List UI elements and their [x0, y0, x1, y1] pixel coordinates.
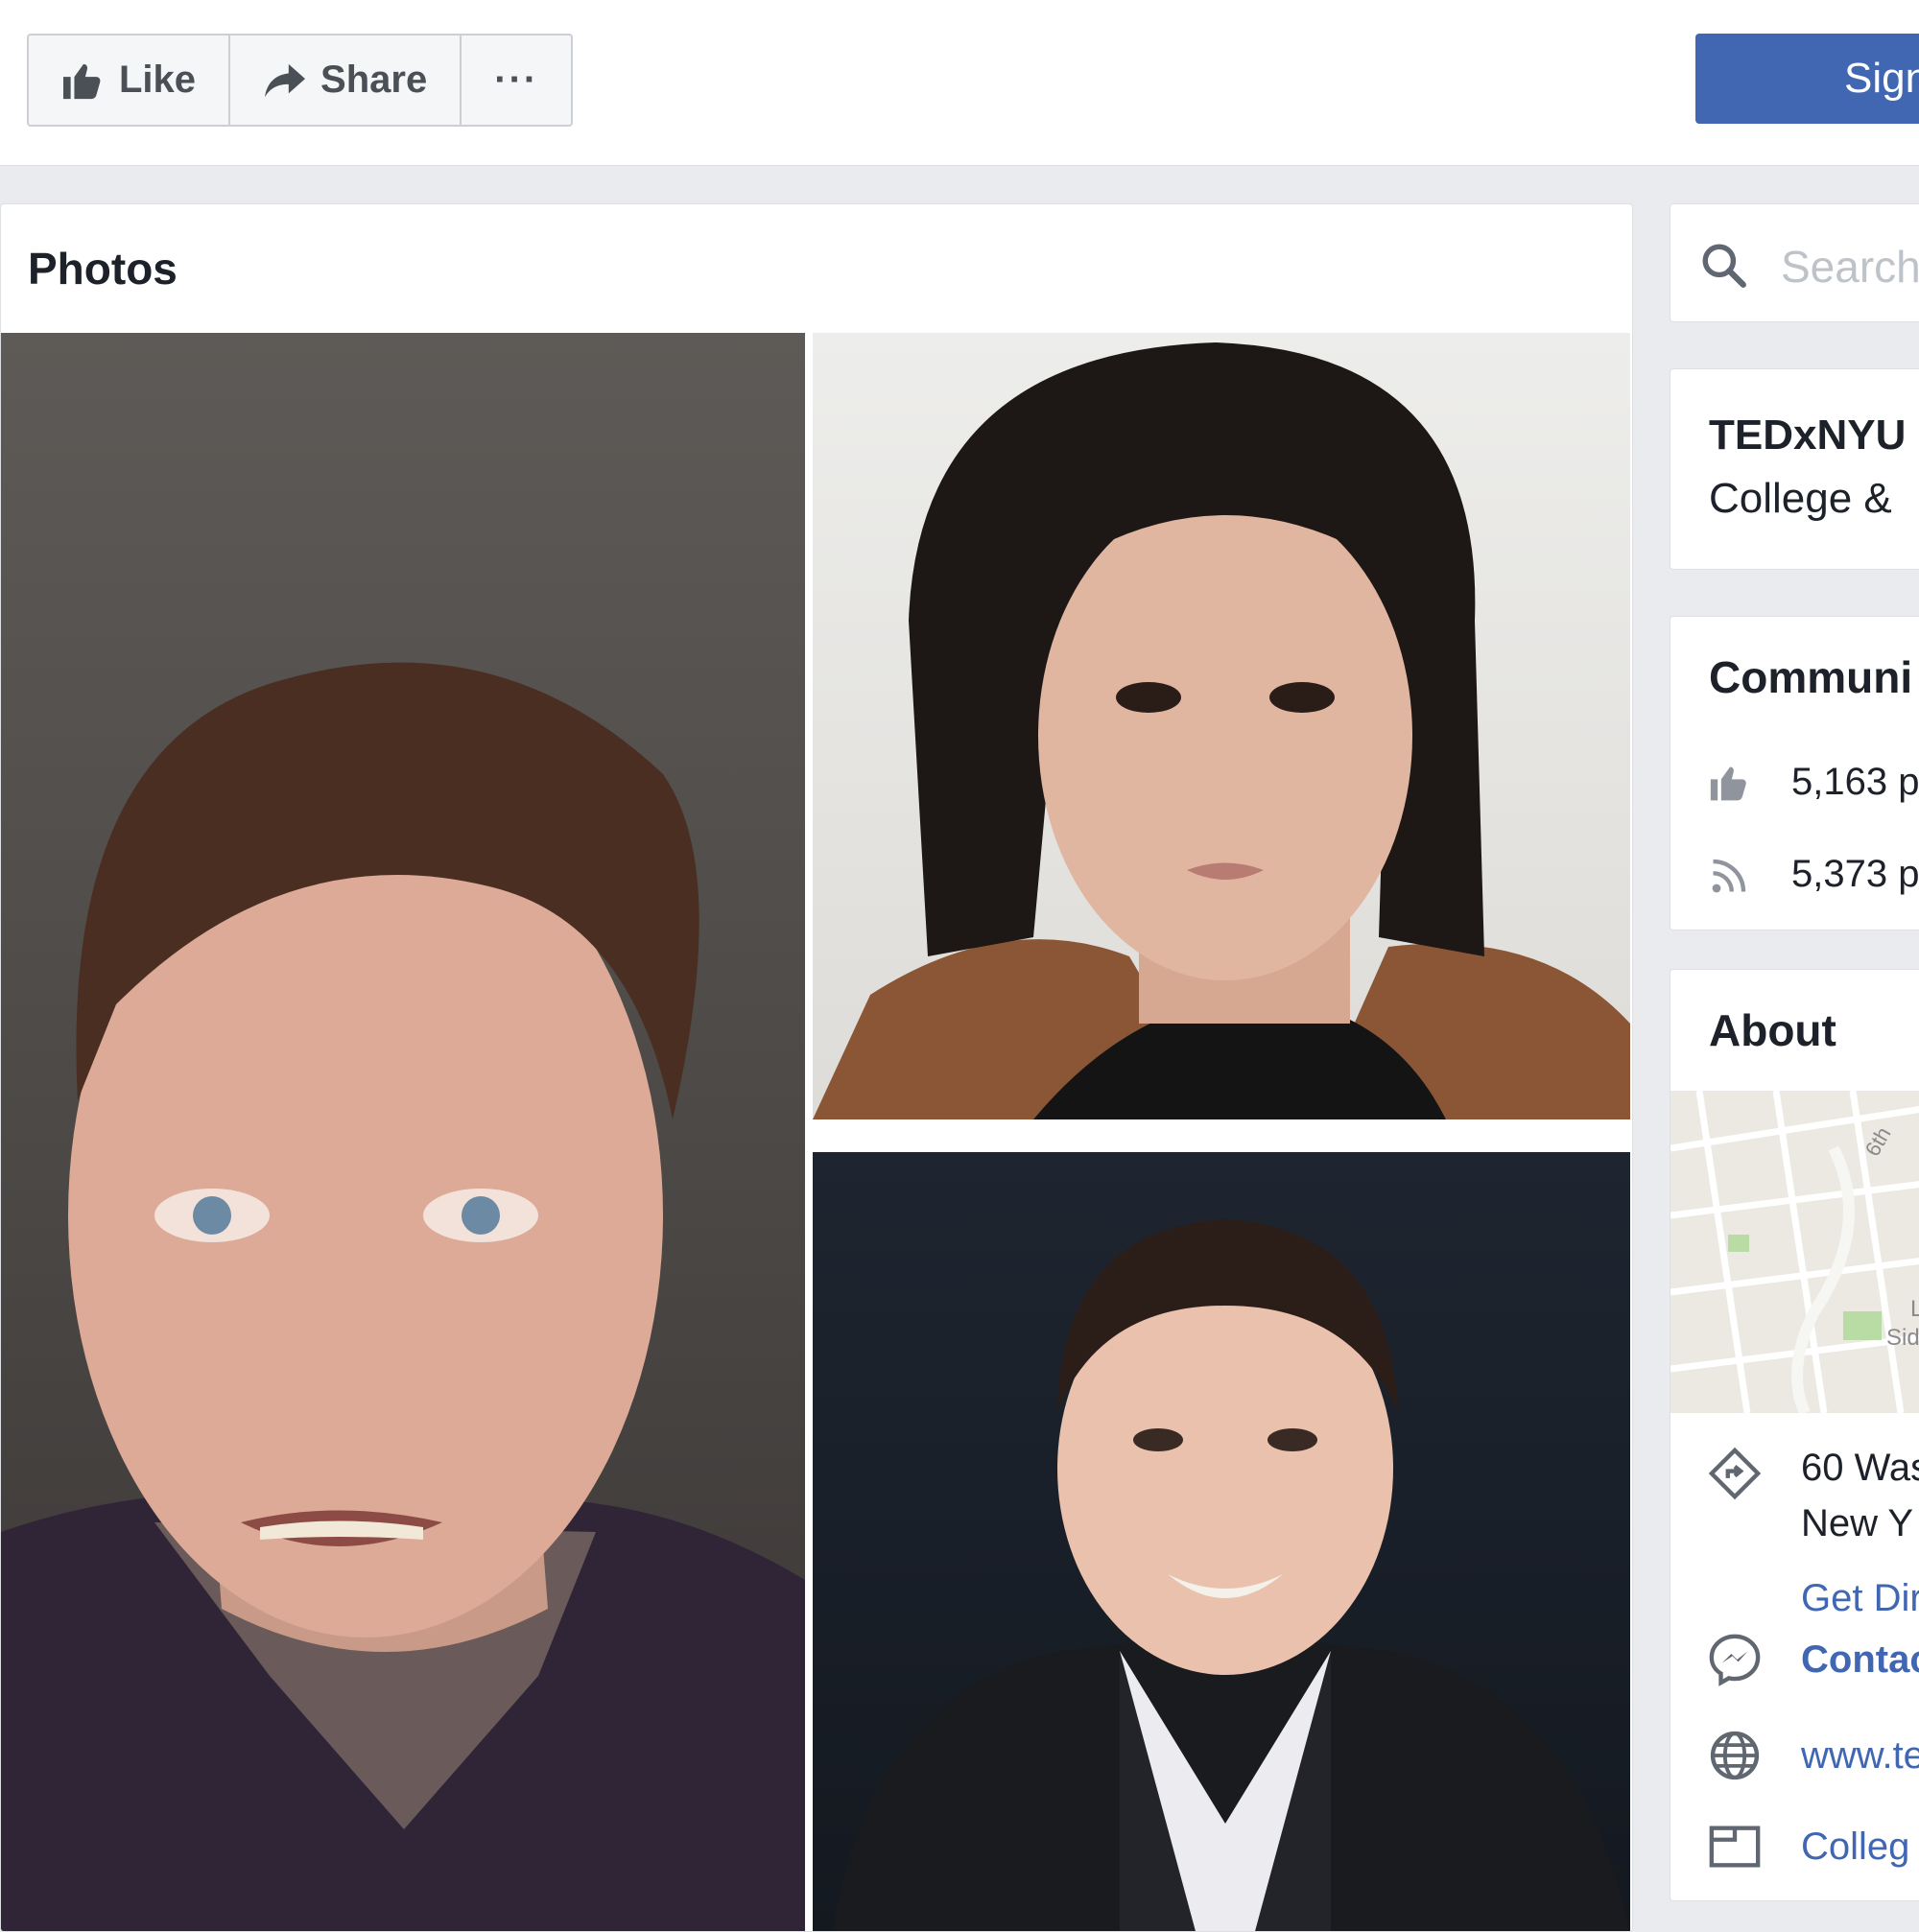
community-title: Communi: [1709, 652, 1913, 702]
more-icon: ···: [494, 59, 539, 101]
contact-link[interactable]: Contac: [1801, 1632, 1919, 1687]
community-likes-row: 5,163 p: [1709, 761, 1919, 804]
location-map[interactable]: 6th L Sid: [1670, 1091, 1919, 1413]
thumbs-up-icon: [63, 63, 101, 99]
like-label: Like: [119, 59, 197, 101]
street-map-image: 6th L Sid: [1670, 1091, 1919, 1413]
page-category: College &: [1709, 475, 1892, 522]
category-row: Colleg: [1707, 1819, 1909, 1874]
page-action-bar: Like Share ··· Sign: [0, 0, 1919, 166]
map-label-l: L: [1910, 1296, 1919, 1322]
page-button-group: Like Share ···: [27, 34, 574, 127]
website-link[interactable]: www.te: [1801, 1728, 1919, 1783]
photo-speaker-man-1[interactable]: [1, 333, 805, 1931]
share-label: Share: [320, 59, 428, 101]
about-title: About: [1709, 1005, 1836, 1055]
portrait-woman-image: [813, 342, 1630, 1119]
about-card: About 6th L Sid 60 W: [1670, 969, 1919, 1901]
rss-follow-icon: [1712, 859, 1746, 892]
get-directions-link[interactable]: Get Dir: [1801, 1570, 1919, 1626]
share-arrow-icon: [265, 63, 306, 97]
address-line-1: 60 Was: [1801, 1447, 1919, 1489]
category-link[interactable]: Colleg: [1801, 1819, 1909, 1874]
photos-section: Photos: [0, 203, 1633, 1932]
page-name[interactable]: TEDxNYU: [1709, 412, 1906, 459]
map-label-sid: Sid: [1886, 1325, 1919, 1351]
category-box-icon: [1709, 1826, 1761, 1868]
photos-title: Photos: [28, 244, 178, 294]
more-options-button[interactable]: ···: [462, 35, 571, 125]
likes-count: 5,163 p: [1791, 761, 1919, 803]
sign-up-button[interactable]: Sign: [1695, 34, 1919, 124]
address-line-2: New Y: [1801, 1502, 1914, 1544]
community-follows-row: 5,373 p: [1709, 853, 1919, 896]
community-card: Communi 5,163 p 5,373 p: [1670, 616, 1919, 931]
thumbs-up-icon: [1710, 766, 1746, 800]
portrait-man2-image: [832, 1219, 1630, 1931]
messenger-icon: [1709, 1634, 1761, 1686]
follows-count: 5,373 p: [1791, 853, 1919, 895]
globe-icon: [1710, 1731, 1760, 1780]
directions-icon: [1708, 1447, 1762, 1500]
page-identity-card: TEDxNYU College &: [1670, 368, 1919, 570]
photo-speaker-woman[interactable]: [813, 333, 1630, 1119]
share-button[interactable]: Share: [230, 35, 462, 125]
website-row: www.te: [1707, 1728, 1919, 1783]
page-search-box[interactable]: Search: [1670, 203, 1919, 322]
like-button[interactable]: Like: [29, 35, 231, 125]
photo-speaker-man-2[interactable]: [813, 1152, 1630, 1931]
contact-row: Contac: [1707, 1632, 1919, 1687]
address-row: 60 Was New Y Get Dir: [1707, 1440, 1919, 1626]
search-placeholder: Search: [1781, 242, 1919, 292]
portrait-man-image: [1, 662, 805, 1931]
sign-up-label: Sign: [1844, 55, 1919, 102]
search-icon: [1702, 244, 1746, 288]
